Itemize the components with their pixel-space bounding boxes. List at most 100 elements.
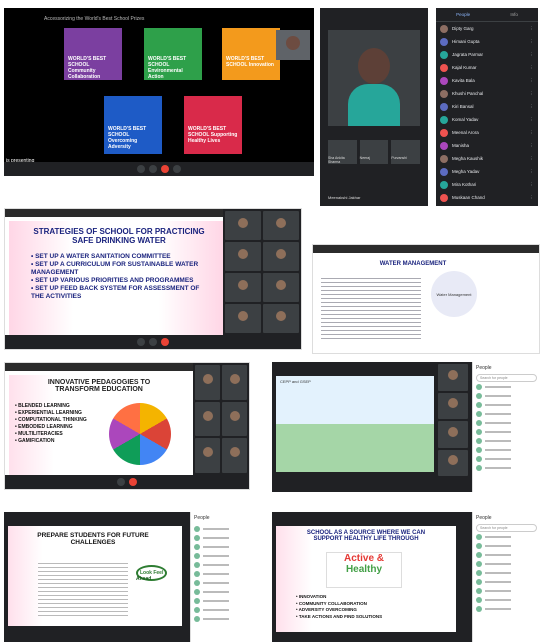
mic-off-icon[interactable]: ⋮ xyxy=(530,195,535,201)
person-row[interactable]: Megha Yadav ⋮ xyxy=(436,165,538,178)
person-row[interactable] xyxy=(191,560,250,569)
person-row[interactable] xyxy=(473,400,540,409)
bullet-item: • SET UP FEED BACK SYSTEM FOR ASSESSMENT… xyxy=(31,285,200,300)
person-name-bar xyxy=(485,430,511,433)
person-row[interactable] xyxy=(473,532,540,541)
person-row[interactable] xyxy=(473,445,540,454)
person-row[interactable] xyxy=(191,578,250,587)
person-name-bar xyxy=(203,545,229,548)
person-name-bar xyxy=(485,448,511,451)
pedagogies-tile: INNOVATIVE PEDAGOGIES TO TRANSFORM EDUCA… xyxy=(4,362,250,490)
mic-off-icon[interactable]: ⋮ xyxy=(530,65,535,71)
mic-off-icon[interactable]: ⋮ xyxy=(530,130,535,136)
bullet-item: • EXPERIENTIAL LEARNING xyxy=(15,410,82,416)
person-row[interactable] xyxy=(473,586,540,595)
mic-off-icon[interactable]: ⋮ xyxy=(530,156,535,162)
avatar xyxy=(476,419,482,426)
person-row[interactable] xyxy=(473,427,540,436)
slide-title: WATER MANAGEMENT xyxy=(379,261,447,267)
person-row[interactable]: Megha Kaushik ⋮ xyxy=(436,152,538,165)
person-row[interactable] xyxy=(191,551,250,560)
person-row[interactable]: Mira Kothari ⋮ xyxy=(436,178,538,191)
person-row[interactable]: Kavita Bala ⋮ xyxy=(436,74,538,87)
end-call-button[interactable] xyxy=(129,478,137,486)
person-row[interactable]: Kiri Bansal ⋮ xyxy=(436,100,538,113)
person-row[interactable] xyxy=(473,604,540,613)
person-name: Megha Yadav xyxy=(452,169,480,174)
avatar xyxy=(440,76,448,85)
search-input[interactable]: Search for people xyxy=(476,374,537,382)
person-row[interactable]: Dipty Garg ⋮ xyxy=(436,22,538,35)
person-row[interactable]: Muskaan Chand ⋮ xyxy=(436,191,538,204)
person-row[interactable] xyxy=(191,569,250,578)
person-row[interactable] xyxy=(473,550,540,559)
person-row[interactable] xyxy=(473,409,540,418)
person-row[interactable] xyxy=(191,542,250,551)
person-row[interactable] xyxy=(473,391,540,400)
slide-title: PREPARE STUDENTS FOR FUTURE CHALLENGES xyxy=(37,532,149,546)
person-name-bar xyxy=(203,581,229,584)
person-row[interactable]: Jagrata Parmar ⋮ xyxy=(436,48,538,61)
end-call-button[interactable] xyxy=(161,165,169,173)
person-name-bar xyxy=(485,589,511,592)
person-row[interactable] xyxy=(191,587,250,596)
person-row[interactable]: Manisha ⋮ xyxy=(436,139,538,152)
person-name: Jagrata Parmar xyxy=(452,52,484,57)
tab-info[interactable]: Info xyxy=(510,12,518,17)
avatar xyxy=(440,193,448,202)
person-row[interactable] xyxy=(191,596,250,605)
mic-off-icon[interactable]: ⋮ xyxy=(530,52,535,58)
person-row[interactable] xyxy=(473,436,540,445)
person-row[interactable] xyxy=(191,524,250,533)
mic-off-icon[interactable]: ⋮ xyxy=(530,117,535,123)
people-list-tile: People Info Dipty Garg ⋮ Himani Gupta ⋮ Jagr… xyxy=(436,8,538,206)
person-row[interactable]: Himani Gupta ⋮ xyxy=(436,35,538,48)
avatar xyxy=(194,606,200,613)
person-row[interactable] xyxy=(473,595,540,604)
avatar xyxy=(194,552,200,559)
person-row[interactable]: Komal Yadav ⋮ xyxy=(436,113,538,126)
person-row[interactable]: Meenal Arora ⋮ xyxy=(436,126,538,139)
person-name-bar xyxy=(203,608,229,611)
avatar xyxy=(440,180,448,189)
people-panel: People Search for people xyxy=(472,362,540,492)
avatar xyxy=(476,464,482,471)
tab-people[interactable]: People xyxy=(456,12,470,17)
person-name-bar xyxy=(485,394,511,397)
person-row[interactable] xyxy=(473,454,540,463)
person-row[interactable] xyxy=(191,533,250,542)
person-name: Manisha xyxy=(452,143,470,148)
slide-title: INNOVATIVE PEDAGOGIES TO TRANSFORM EDUCA… xyxy=(47,379,151,393)
person-row[interactable] xyxy=(473,382,540,391)
slide-caption: CEPP and GSEP xyxy=(280,379,311,384)
mic-off-icon[interactable]: ⋮ xyxy=(530,143,535,149)
search-input[interactable]: Search for people xyxy=(476,524,537,532)
person-row[interactable] xyxy=(473,418,540,427)
mic-off-icon[interactable]: ⋮ xyxy=(530,182,535,188)
person-name-bar xyxy=(203,590,229,593)
slide: SCHOOL AS A SOURCE WHERE WE CAN SUPPORT … xyxy=(276,526,456,632)
person-row[interactable] xyxy=(473,463,540,472)
mic-off-icon[interactable]: ⋮ xyxy=(530,91,535,97)
person-row[interactable]: Kajal Kumar ⋮ xyxy=(436,61,538,74)
person-name-bar xyxy=(485,535,511,538)
mic-off-icon[interactable]: ⋮ xyxy=(530,39,535,45)
mic-off-icon[interactable]: ⋮ xyxy=(530,104,535,110)
person-row[interactable] xyxy=(473,577,540,586)
person-row[interactable] xyxy=(473,541,540,550)
avatar xyxy=(476,587,482,594)
active-healthy-logo: Active & Healthy xyxy=(326,552,402,588)
footer-name: Meenakshi Jakhar xyxy=(328,195,361,200)
end-call-button[interactable] xyxy=(161,338,169,346)
avatar xyxy=(194,597,200,604)
mic-off-icon[interactable]: ⋮ xyxy=(530,26,535,32)
person-row[interactable] xyxy=(191,614,250,623)
mic-off-icon[interactable]: ⋮ xyxy=(530,78,535,84)
person-row[interactable] xyxy=(191,605,250,614)
person-row[interactable] xyxy=(473,559,540,568)
person-row[interactable]: Khushi Panchal ⋮ xyxy=(436,87,538,100)
slide: PREPARE STUDENTS FOR FUTURE CHALLENGES L… xyxy=(8,526,182,626)
mic-off-icon[interactable]: ⋮ xyxy=(530,169,535,175)
person-row[interactable] xyxy=(473,568,540,577)
person-name: Muskaan Chand xyxy=(452,195,485,200)
